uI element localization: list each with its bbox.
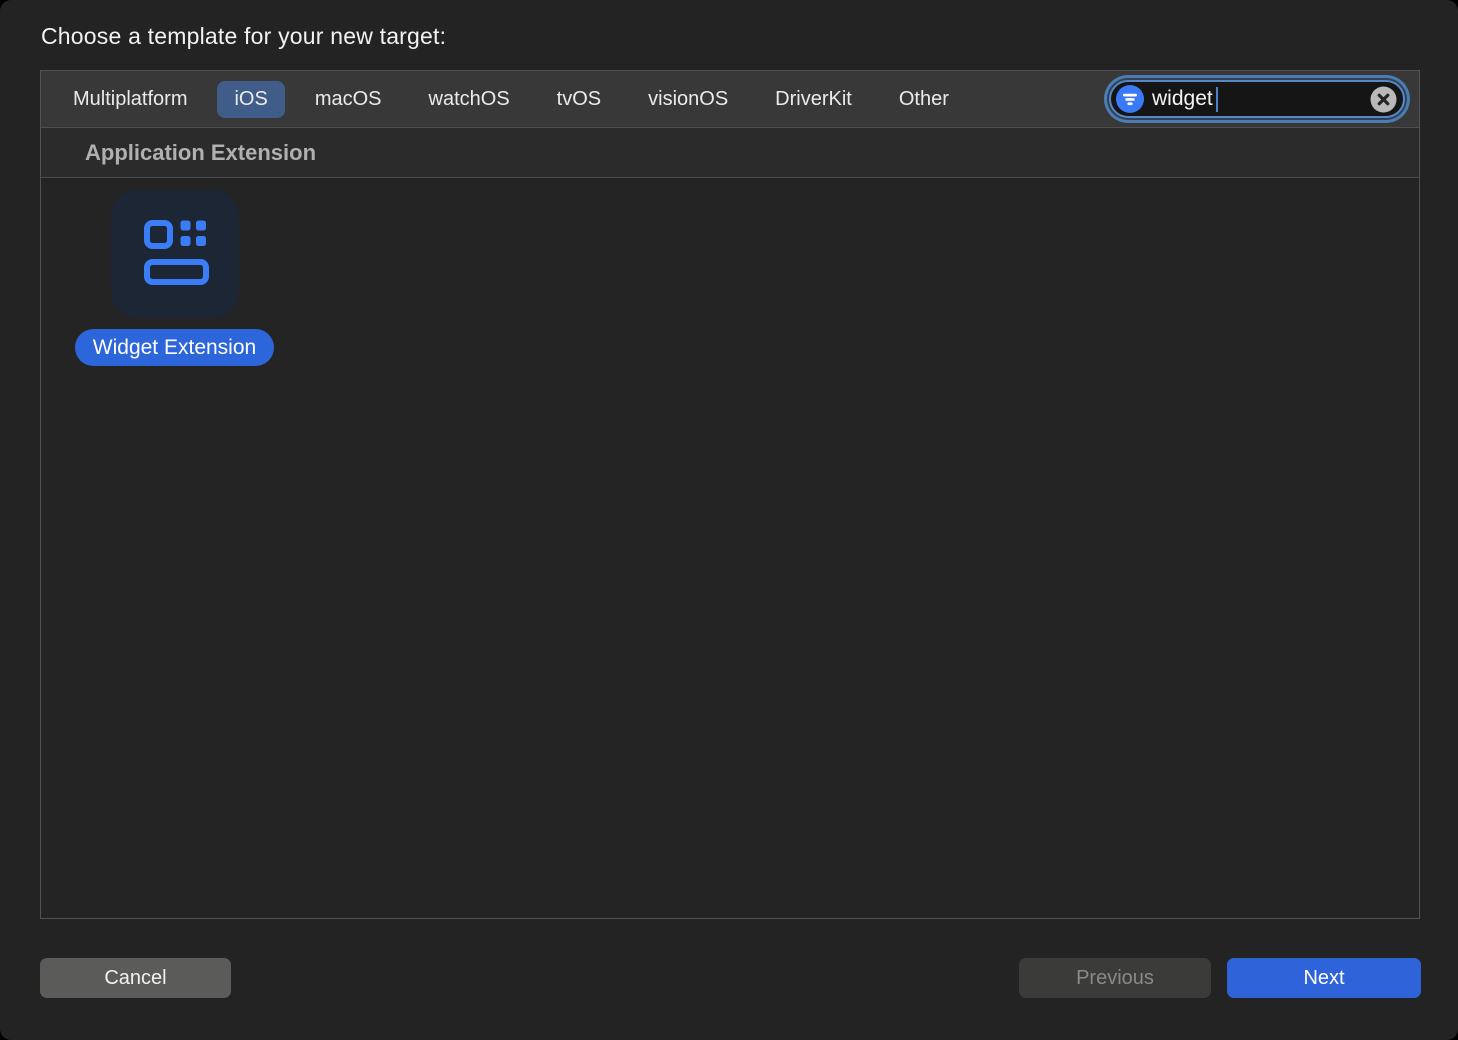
filter-lines-icon[interactable] (1116, 85, 1144, 113)
platform-tab-bar: Multiplatform iOS macOS watchOS tvOS vis… (41, 71, 1419, 128)
tab-other[interactable]: Other (882, 81, 966, 118)
clear-search-icon[interactable] (1370, 86, 1397, 113)
tab-macos[interactable]: macOS (298, 81, 399, 118)
tab-visionos[interactable]: visionOS (631, 81, 745, 118)
template-name-badge: Widget Extension (75, 329, 274, 366)
template-chooser-panel: Multiplatform iOS macOS watchOS tvOS vis… (40, 70, 1420, 919)
tab-driverkit[interactable]: DriverKit (758, 81, 869, 118)
next-button[interactable]: Next (1227, 958, 1421, 998)
widget-extension-icon[interactable] (111, 190, 239, 318)
template-item-widget-extension[interactable]: Widget Extension (57, 190, 292, 366)
search-input[interactable] (1152, 87, 1220, 111)
tab-tvos[interactable]: tvOS (540, 81, 618, 118)
tab-multiplatform[interactable]: Multiplatform (56, 81, 204, 118)
template-search-field[interactable] (1109, 80, 1405, 118)
text-cursor (1216, 87, 1218, 112)
new-target-template-dialog: Choose a template for your new target: M… (0, 0, 1458, 1040)
page-title: Choose a template for your new target: (41, 23, 446, 50)
previous-button[interactable]: Previous (1019, 958, 1211, 998)
cancel-button[interactable]: Cancel (40, 958, 231, 998)
tab-ios[interactable]: iOS (217, 81, 284, 118)
section-header: Application Extension (41, 128, 1419, 178)
tab-watchos[interactable]: watchOS (412, 81, 527, 118)
template-grid: Widget Extension (41, 178, 1419, 918)
